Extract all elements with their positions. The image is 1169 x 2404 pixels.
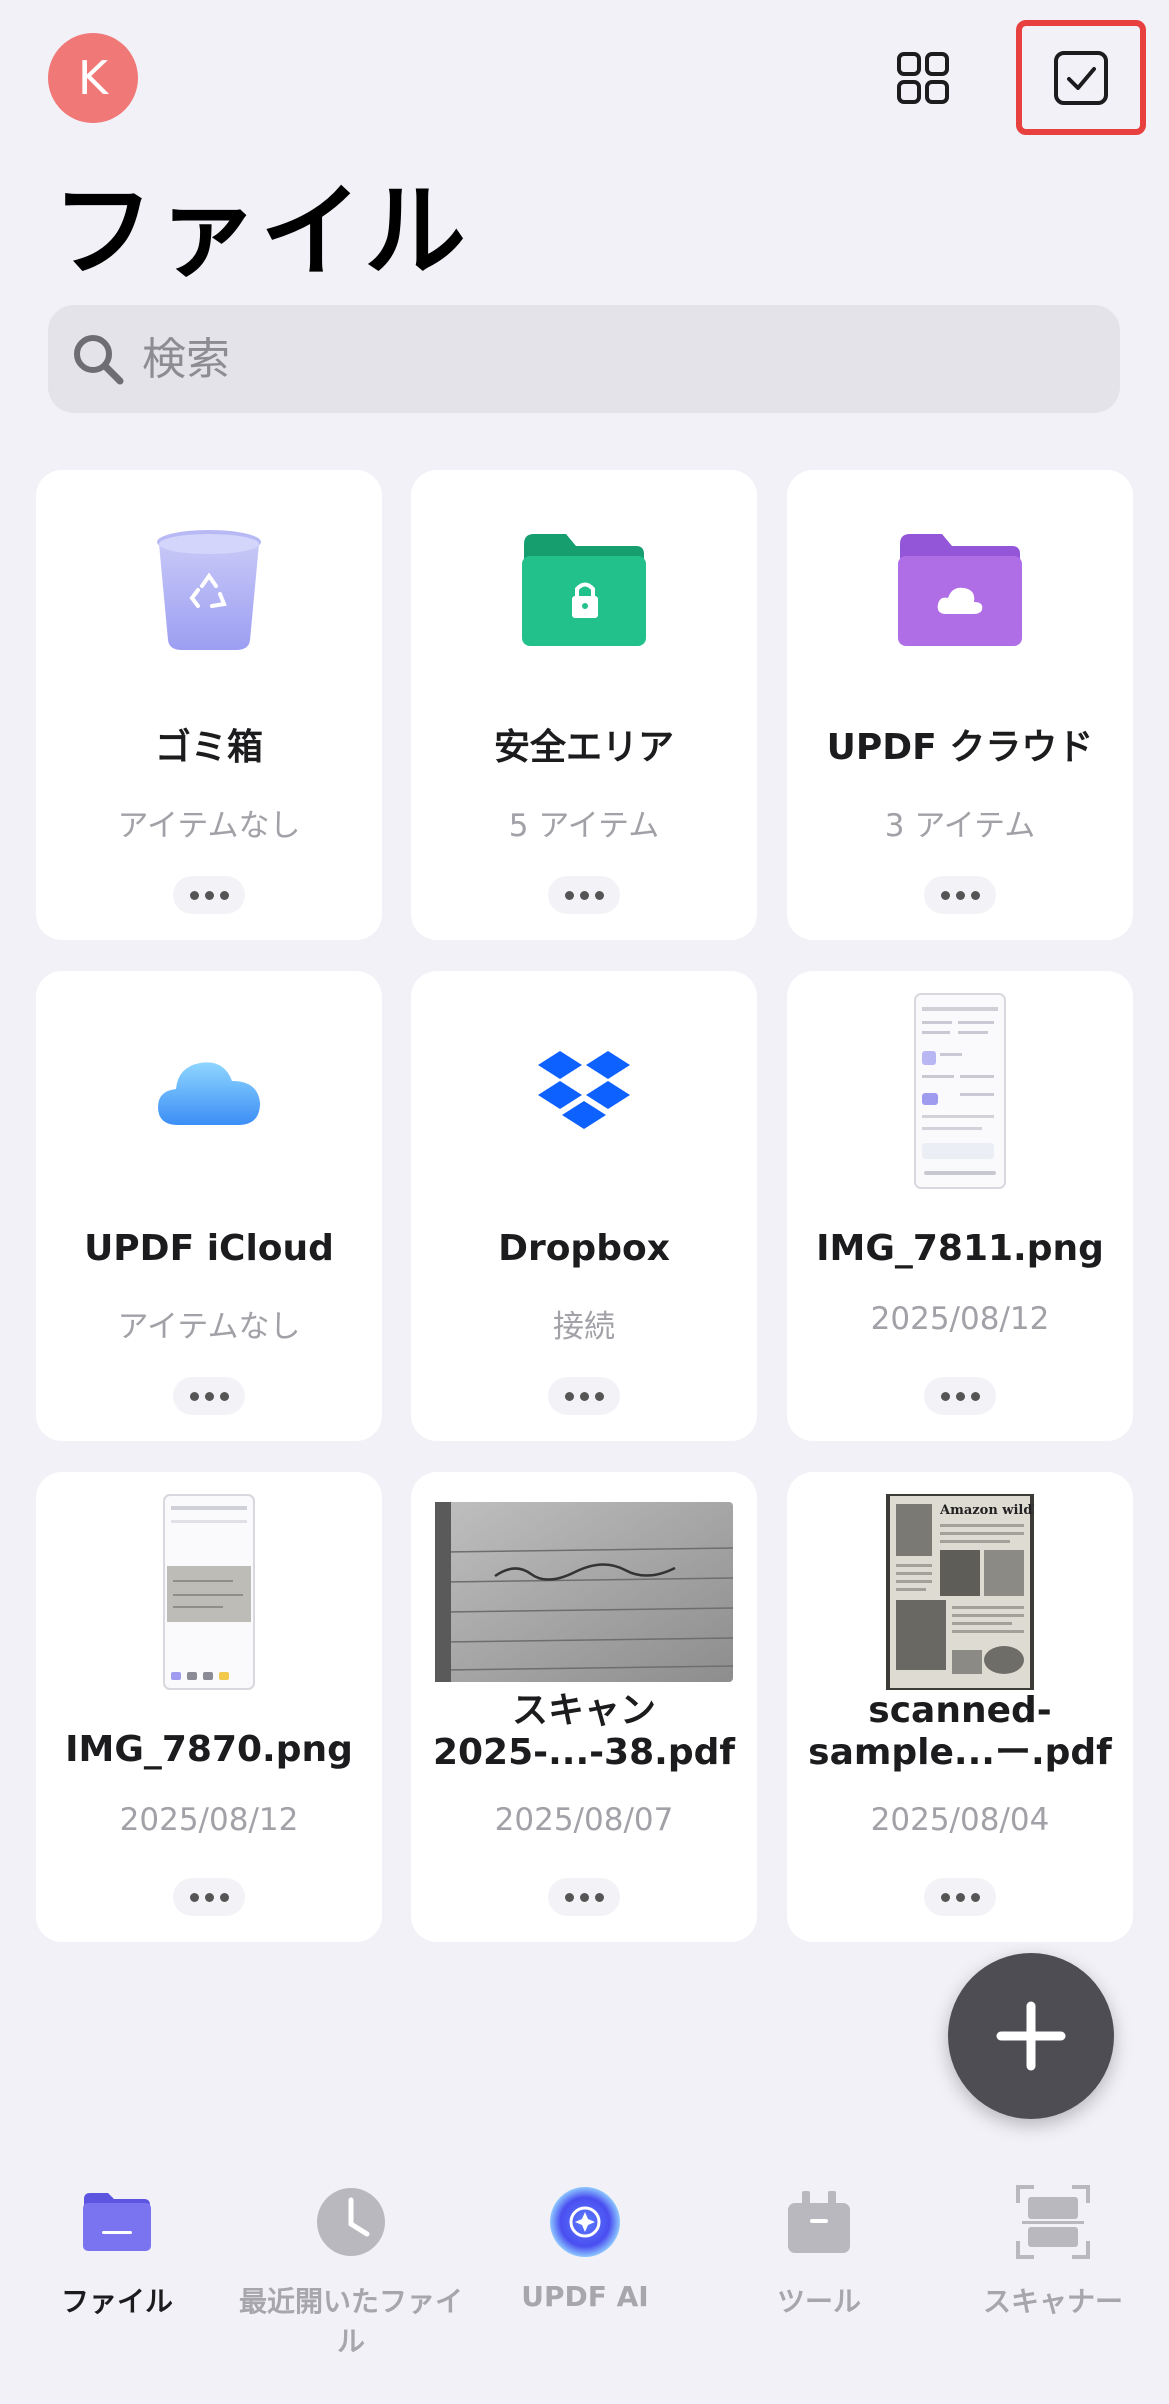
item-meta: 2025/08/04 <box>870 1802 1050 1838</box>
add-button[interactable] <box>948 1953 1114 2119</box>
more-button[interactable] <box>924 876 996 914</box>
item-name: Dropbox <box>498 1228 670 1269</box>
document-thumbnail: Amazon wildlife <box>886 1494 1034 1690</box>
tab-scanner[interactable]: スキャナー <box>936 2160 1169 2320</box>
trash-card[interactable]: ゴミ箱 アイテムなし <box>36 470 382 940</box>
file-card[interactable]: Amazon wildlife scanned- sample...ー.pdf … <box>787 1472 1133 1942</box>
scan-thumbnail <box>435 1502 733 1682</box>
checkbox-icon <box>1054 50 1108 105</box>
tab-label: スキャナー <box>982 2285 1123 2318</box>
cloud-folder-icon <box>898 534 1022 646</box>
files-folder-icon <box>83 2193 151 2251</box>
item-meta: 接続 <box>553 1309 615 1345</box>
icloud-card[interactable]: UPDF iCloud アイテムなし <box>36 971 382 1441</box>
item-meta: アイテムなし <box>117 808 301 844</box>
toolbox-icon <box>788 2191 850 2253</box>
page-title: ファイル <box>52 173 468 292</box>
tab-recent[interactable]: 最近開いたファイル <box>234 2160 468 2360</box>
more-button[interactable] <box>924 1377 996 1415</box>
updf-cloud-card[interactable]: UPDF クラウド 3 アイテム <box>787 470 1133 940</box>
tab-bar: ファイル 最近開いたファイル UPDF AI ツール スキャナー <box>0 2160 1169 2404</box>
grid-view-button[interactable] <box>878 33 968 123</box>
trash-icon <box>157 530 261 650</box>
item-name: UPDF クラウド <box>826 727 1094 768</box>
item-name: スキャン 2025-...-38.pdf <box>421 1690 747 1775</box>
search-icon <box>74 335 124 385</box>
item-meta: 5 アイテム <box>508 808 660 844</box>
item-name-line: 2025-...-38.pdf <box>432 1732 736 1774</box>
screenshot-thumbnail <box>914 993 1006 1189</box>
item-meta: 2025/08/12 <box>119 1802 299 1838</box>
more-button[interactable] <box>548 1377 620 1415</box>
select-button[interactable] <box>1016 20 1146 135</box>
item-name-line: sample...ー.pdf <box>808 1732 1112 1774</box>
icloud-icon <box>158 1062 260 1125</box>
file-card[interactable]: スキャン 2025-...-38.pdf 2025/08/07 <box>411 1472 757 1942</box>
file-card[interactable]: IMG_7811.png 2025/08/12 <box>787 971 1133 1441</box>
item-meta: アイテムなし <box>117 1309 301 1345</box>
file-card[interactable]: IMG_7870.png 2025/08/12 <box>36 1472 382 1942</box>
item-name: scanned- sample...ー.pdf <box>797 1690 1123 1775</box>
item-name-line: scanned- <box>868 1690 1052 1731</box>
more-button[interactable] <box>548 876 620 914</box>
tab-label: 最近開いたファイル <box>238 2285 463 2358</box>
tab-label: ツール <box>776 2285 861 2318</box>
more-button[interactable] <box>173 1377 245 1415</box>
item-name: UPDF iCloud <box>84 1228 334 1269</box>
search-input[interactable] <box>140 332 1044 386</box>
grid-icon <box>897 52 949 104</box>
plus-icon <box>996 2001 1066 2071</box>
tab-updf-ai[interactable]: UPDF AI <box>468 2160 702 2313</box>
item-name: IMG_7870.png <box>65 1729 353 1770</box>
item-meta: 2025/08/07 <box>494 1802 674 1838</box>
tab-label: UPDF AI <box>521 2280 649 2313</box>
more-button[interactable] <box>924 1878 996 1916</box>
more-button[interactable] <box>173 1878 245 1916</box>
clock-icon <box>317 2188 385 2256</box>
screenshot-thumbnail <box>163 1494 255 1690</box>
tab-tools[interactable]: ツール <box>702 2160 936 2320</box>
item-name: ゴミ箱 <box>154 727 263 768</box>
dropbox-icon <box>538 1051 630 1129</box>
more-button[interactable] <box>173 876 245 914</box>
tab-label: ファイル <box>60 2285 173 2318</box>
item-meta: 3 アイテム <box>884 808 1036 844</box>
ai-icon <box>550 2187 620 2257</box>
thumbnail-title: Amazon wildlife <box>939 1503 1034 1518</box>
item-name: IMG_7811.png <box>816 1228 1104 1269</box>
more-button[interactable] <box>548 1878 620 1916</box>
secure-folder-icon <box>522 534 646 646</box>
search-bar[interactable] <box>48 305 1120 413</box>
dropbox-card[interactable]: Dropbox 接続 <box>411 971 757 1441</box>
tab-files[interactable]: ファイル <box>0 2160 234 2320</box>
item-meta: 2025/08/12 <box>870 1301 1050 1337</box>
secure-area-card[interactable]: 安全エリア 5 アイテム <box>411 470 757 940</box>
avatar[interactable]: K <box>48 33 138 123</box>
scanner-icon <box>1016 2185 1090 2259</box>
item-name: 安全エリア <box>493 727 674 768</box>
item-name-line: スキャン <box>511 1690 656 1731</box>
